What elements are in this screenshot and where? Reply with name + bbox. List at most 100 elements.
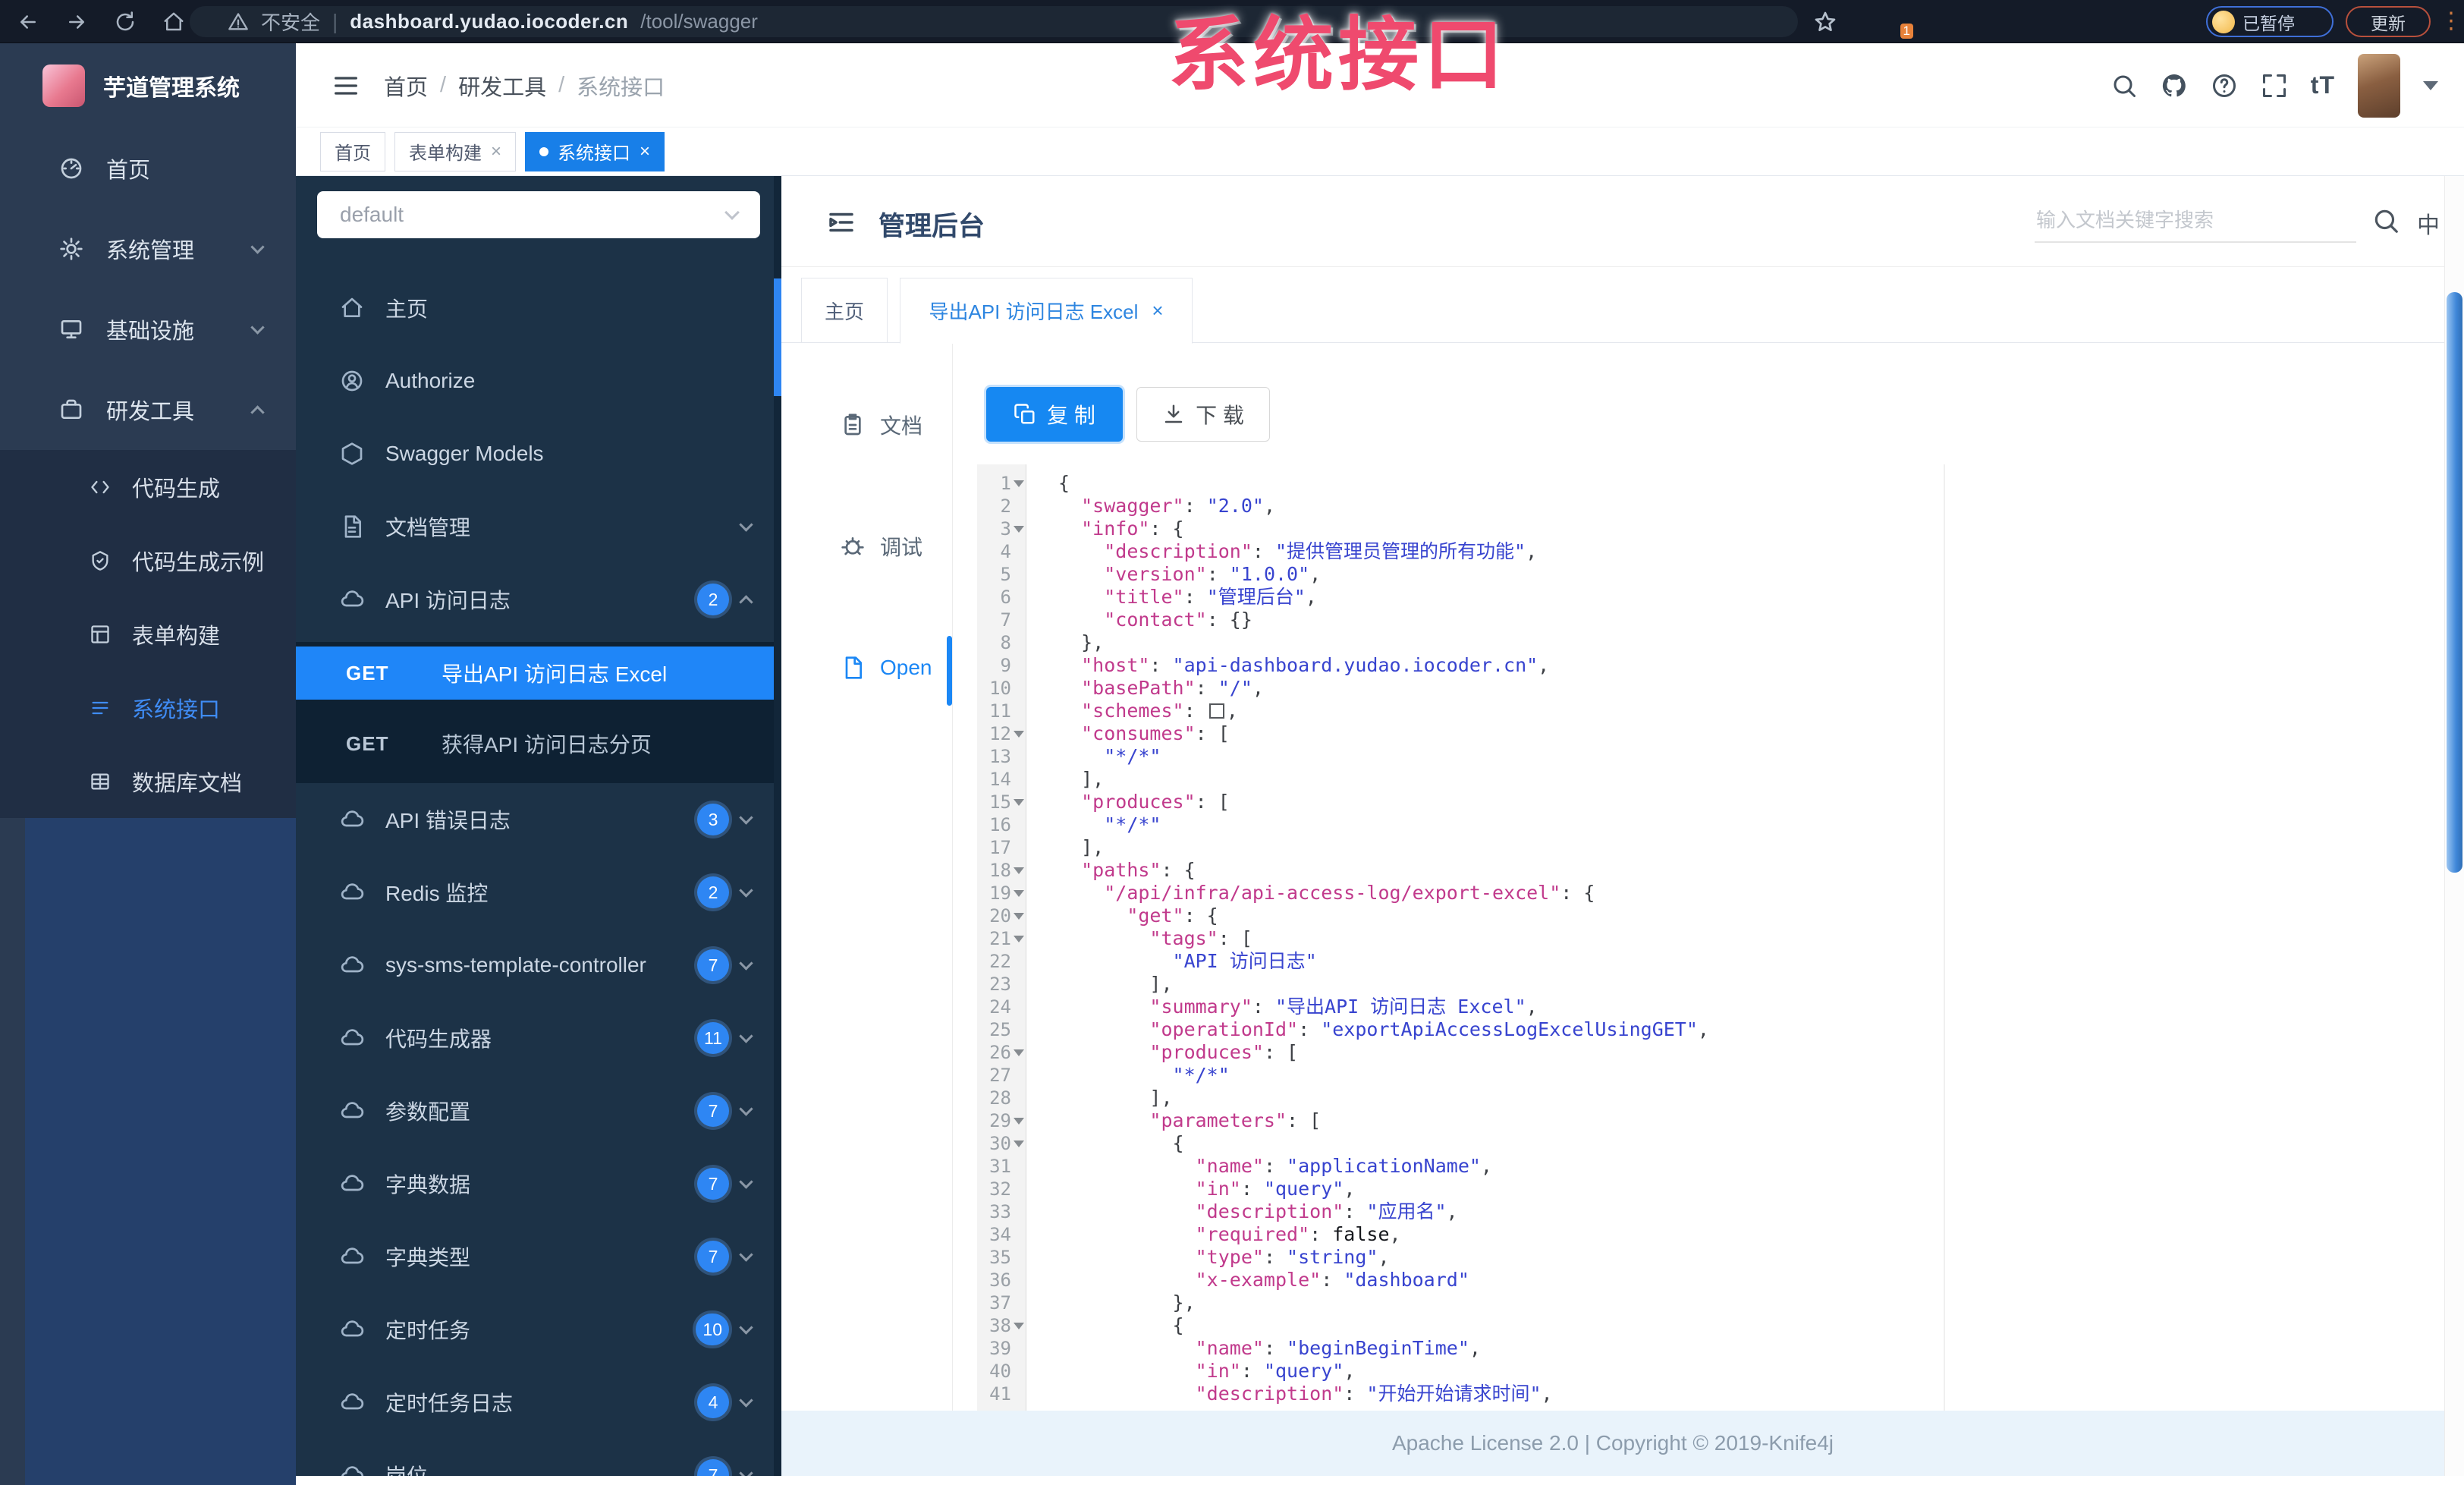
api-operation[interactable]: GET 获得API 访问日志分页	[296, 716, 781, 771]
extension-icon[interactable]	[2145, 8, 2171, 34]
api-sidebar-scrollbar[interactable]	[774, 176, 781, 1476]
extension-icon[interactable]	[2101, 8, 2127, 34]
api-menu-item[interactable]: 文档管理	[296, 490, 781, 563]
sidebar-item[interactable]: 系统管理	[0, 209, 296, 289]
code-line: 16 "*/*"	[989, 813, 1161, 835]
doc-search-input[interactable]	[2035, 199, 2356, 241]
fold-arrow-icon[interactable]	[1014, 1117, 1024, 1125]
sidebar-subitem[interactable]: 数据库文档	[0, 744, 296, 818]
api-controller-group[interactable]: 字典数据 7	[296, 1147, 781, 1220]
sidebar-item[interactable]: 基础设施	[0, 289, 296, 370]
doc-tab-close-icon[interactable]: ×	[1152, 299, 1163, 322]
api-controller-group[interactable]: 字典类型 7	[296, 1220, 781, 1293]
extension-icon[interactable]	[1925, 8, 1951, 34]
sidebar-item[interactable]: 首页	[0, 128, 296, 209]
tagview-tab[interactable]: 系统接口 ×	[525, 131, 665, 171]
doc-search-icon[interactable]	[2371, 206, 2400, 235]
fold-arrow-icon[interactable]	[1014, 867, 1024, 874]
controller-label: 字典数据	[385, 1173, 471, 1197]
code-line: 5 "version": "1.0.0",	[1000, 563, 1322, 585]
doc-nav-调试[interactable]: 调试	[781, 512, 952, 580]
count-badge: 2	[697, 584, 729, 615]
main-sidebar: 芋道管理系统 首页 系统管理 基础设施 研发工具 代码生成 代码生成示例 表单构…	[0, 43, 296, 1485]
font-size-icon[interactable]: tT	[2311, 71, 2335, 99]
code-line: 7 "contact": {}	[1000, 609, 1252, 631]
api-menu-item[interactable]: Authorize	[296, 345, 781, 417]
tagview-tab[interactable]: 首页	[320, 131, 385, 171]
sidebar-subitem-icon	[90, 697, 111, 719]
api-controller-group[interactable]: 代码生成器 11	[296, 1002, 781, 1074]
api-controller-group[interactable]: 参数配置 7	[296, 1074, 781, 1147]
fullscreen-icon[interactable]	[2261, 72, 2288, 99]
fold-arrow-icon[interactable]	[1014, 730, 1024, 738]
fold-arrow-icon[interactable]	[1014, 935, 1024, 942]
api-controller-group[interactable]: 定时任务日志 4	[296, 1366, 781, 1439]
fold-arrow-icon[interactable]	[1014, 912, 1024, 920]
tag-close-icon[interactable]: ×	[491, 141, 501, 162]
user-menu-caret-icon[interactable]	[2423, 80, 2438, 90]
clipboard-icon	[841, 413, 865, 437]
language-icon[interactable]: 中	[2417, 206, 2440, 240]
doc-tab[interactable]: 主页	[801, 278, 888, 343]
sidebar-collapse-icon[interactable]	[331, 71, 361, 101]
github-icon[interactable]	[2161, 72, 2188, 99]
download-button[interactable]: 下 载	[1136, 387, 1270, 442]
controller-cloud-icon	[340, 953, 364, 977]
doc-collapse-icon[interactable]	[825, 206, 857, 238]
sidebar-subitem[interactable]: 代码生成	[0, 450, 296, 524]
fold-arrow-icon[interactable]	[1014, 889, 1024, 897]
fold-arrow-icon[interactable]	[1014, 1140, 1024, 1147]
fold-arrow-icon[interactable]	[1014, 525, 1024, 533]
sidebar-subitem-icon	[90, 624, 111, 645]
api-menu-item[interactable]: 主页	[296, 272, 781, 345]
extension-icon[interactable]	[2013, 8, 2039, 34]
page-scrollbar[interactable]	[2444, 176, 2464, 1476]
tag-close-icon[interactable]: ×	[640, 141, 650, 162]
header-search-icon[interactable]	[2110, 72, 2138, 99]
api-group-select[interactable]: default	[317, 191, 760, 238]
app-logo[interactable]: 芋道管理系统	[0, 43, 296, 128]
sidebar-item[interactable]: 研发工具	[0, 370, 296, 450]
breadcrumb-item[interactable]: 系统接口	[577, 70, 665, 102]
fold-arrow-icon[interactable]	[1014, 1322, 1024, 1329]
api-doc-sidebar: default 主页 Authorize Swagger Models 文档管理…	[296, 176, 781, 1476]
extension-icon[interactable]	[2057, 8, 2083, 34]
json-code-editor[interactable]: 1{2 "swagger": "2.0", 3 "info": {4 "descr…	[977, 464, 2444, 1411]
extension-icon[interactable]: 1	[1881, 8, 1913, 39]
doc-nav-Open[interactable]: Open	[781, 634, 952, 702]
sidebar-subitem[interactable]: 代码生成示例	[0, 524, 296, 597]
page-scroll-thumb[interactable]	[2447, 292, 2462, 873]
bookmark-star-icon[interactable]	[1813, 10, 1837, 34]
doc-tab[interactable]: 导出API 访问日志 Excel ×	[900, 278, 1193, 344]
browser-menu-icon[interactable]: ⋮	[2440, 8, 2462, 34]
sidebar-subitem[interactable]: 系统接口	[0, 671, 296, 744]
api-menu-item[interactable]: Swagger Models	[296, 417, 781, 490]
api-controller-group[interactable]: sys-sms-template-controller 7	[296, 929, 781, 1002]
copy-button[interactable]: 复 制	[986, 387, 1123, 442]
extension-icon[interactable]	[1969, 8, 1995, 34]
breadcrumb: 首页 / 研发工具 / 系统接口	[384, 43, 665, 127]
api-controller-group[interactable]: 岗位 7	[296, 1439, 781, 1476]
sidebar-subitem-label: 代码生成	[132, 477, 221, 502]
sidebar-subitem[interactable]: 表单构建	[0, 597, 296, 671]
help-icon[interactable]	[2211, 72, 2238, 99]
api-sidebar-scroll-thumb[interactable]	[774, 278, 781, 396]
fold-arrow-icon[interactable]	[1014, 480, 1024, 487]
breadcrumb-item[interactable]: 首页 /	[384, 70, 458, 102]
profile-paused-button[interactable]: 已暂停	[2206, 6, 2334, 37]
api-controller-group[interactable]: 定时任务 10	[296, 1293, 781, 1366]
api-menu-item-icon	[340, 296, 364, 320]
controller-cloud-icon	[340, 1099, 364, 1123]
api-menu: 主页 Authorize Swagger Models 文档管理 API 访问日…	[296, 176, 781, 636]
fold-arrow-icon[interactable]	[1014, 1049, 1024, 1056]
api-controller-group[interactable]: API 错误日志 3	[296, 783, 781, 856]
tagview-tab[interactable]: 表单构建 ×	[394, 131, 517, 171]
user-avatar[interactable]	[2358, 53, 2400, 118]
breadcrumb-item[interactable]: 研发工具 /	[458, 70, 577, 102]
fold-arrow-icon[interactable]	[1014, 798, 1024, 806]
api-menu-item[interactable]: API 访问日志 2	[296, 563, 781, 636]
api-controller-group[interactable]: Redis 监控 2	[296, 856, 781, 929]
api-operation[interactable]: GET 导出API 访问日志 Excel	[296, 647, 781, 700]
doc-nav-文档[interactable]: 文档	[781, 391, 952, 459]
browser-update-button[interactable]: 更新	[2346, 6, 2431, 37]
